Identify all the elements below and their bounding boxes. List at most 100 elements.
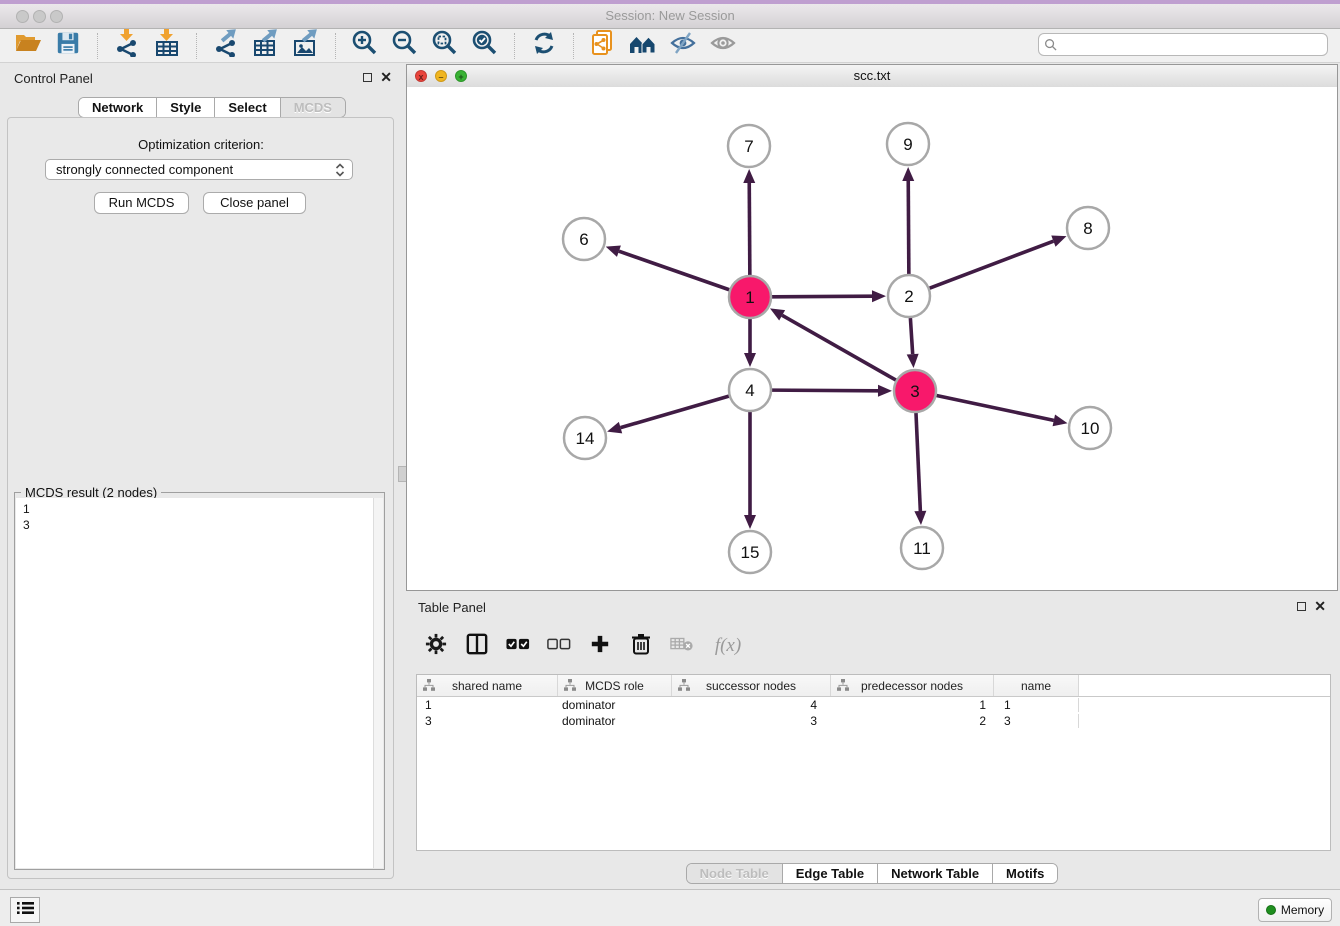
floppy-disk-icon [55, 30, 81, 61]
result-scrollbar[interactable] [373, 498, 383, 868]
column-header-successor-nodes[interactable]: successor nodes [672, 675, 831, 696]
show-graphics-details-button[interactable] [708, 32, 738, 60]
delete-table-button[interactable] [670, 634, 694, 658]
graph-edge-1-2[interactable] [772, 296, 872, 297]
graph-edge-3-1[interactable] [782, 315, 896, 380]
tab-motifs[interactable]: Motifs [993, 864, 1057, 883]
table-panel: Table Panel ✕ f(x) shared name MCDS role… [406, 595, 1338, 889]
table-cell-name[interactable]: 3 [994, 714, 1079, 728]
tab-node-table[interactable]: Node Table [687, 864, 783, 883]
column-label: name [1021, 679, 1051, 693]
graph-node-label-6: 6 [579, 230, 588, 249]
zoom-selected-button[interactable] [470, 32, 500, 60]
show-column-button[interactable] [465, 634, 489, 658]
graph-edge-3-11[interactable] [916, 413, 920, 511]
table-cell-mcds_role[interactable]: dominator [558, 714, 672, 728]
graph-edge-4-3[interactable] [772, 390, 878, 391]
table-cell-successor_nodes[interactable]: 4 [672, 698, 831, 712]
graph-edge-2-9[interactable] [908, 181, 909, 274]
table-cell-shared_name[interactable]: 3 [417, 714, 558, 728]
node-table-body: 1dominator4113dominator323 [417, 697, 1330, 729]
main-toolbar [0, 29, 1340, 63]
column-layout-icon [466, 633, 488, 660]
houses-button[interactable] [628, 32, 658, 60]
tab-network-table[interactable]: Network Table [878, 864, 993, 883]
zoom-in-button[interactable] [350, 32, 380, 60]
table-cell-successor_nodes[interactable]: 3 [672, 714, 831, 728]
graph-edge-1-6[interactable] [619, 251, 729, 290]
float-panel-icon[interactable] [363, 73, 372, 82]
document-network-icon [589, 29, 617, 62]
toolbar-separator [335, 33, 336, 59]
table-row[interactable]: 3dominator323 [417, 713, 1330, 729]
graph-node-label-7: 7 [744, 137, 753, 156]
tab-edge-table[interactable]: Edge Table [783, 864, 878, 883]
column-header-name[interactable]: name [994, 675, 1079, 696]
export-table-button[interactable] [251, 32, 281, 60]
settings-gear-button[interactable] [424, 634, 448, 658]
folder-open-icon [14, 30, 42, 61]
tab-select[interactable]: Select [215, 98, 280, 117]
save-session-button[interactable] [53, 32, 83, 60]
hierarchy-icon [837, 679, 849, 694]
magnifier-fit-icon [431, 29, 459, 62]
close-panel-icon[interactable]: ✕ [1314, 601, 1326, 611]
deselect-all-button[interactable] [547, 634, 571, 658]
graph-arrowhead [872, 290, 886, 302]
export-image-button[interactable] [291, 32, 321, 60]
table-cell-mcds_role[interactable]: dominator [558, 698, 672, 712]
table-row[interactable]: 1dominator411 [417, 697, 1330, 713]
graph-arrowhead [907, 354, 919, 368]
optimization-criterion-select[interactable]: strongly connected component [45, 159, 353, 180]
add-column-button[interactable] [588, 634, 612, 658]
export-network-icon [212, 29, 240, 62]
task-history-button[interactable] [10, 897, 40, 923]
graph-edge-4-14[interactable] [621, 396, 729, 428]
table-panel-title: Table Panel [418, 600, 486, 615]
refresh-layout-button[interactable] [529, 32, 559, 60]
graph-edge-2-3[interactable] [910, 318, 912, 354]
memory-button[interactable]: Memory [1258, 898, 1332, 922]
select-stepper-icon [335, 163, 345, 177]
graph-edge-3-10[interactable] [937, 396, 1054, 421]
network-canvas[interactable]: 7968124314101511 [407, 87, 1337, 590]
zoom-out-button[interactable] [390, 32, 420, 60]
column-label: predecessor nodes [861, 679, 963, 693]
zoom-fit-button[interactable] [430, 32, 460, 60]
toolbar-separator [97, 33, 98, 59]
float-panel-icon[interactable] [1297, 602, 1306, 611]
network-window-titlebar[interactable]: x – + scc.txt [407, 65, 1337, 88]
control-panel: Control Panel ✕ Network Style Select MCD… [0, 63, 402, 890]
plus-icon [590, 634, 610, 659]
graph-arrowhead [1053, 414, 1068, 426]
graph-edge-2-8[interactable] [930, 241, 1054, 288]
export-network-button[interactable] [211, 32, 241, 60]
graph-edge-1-7[interactable] [749, 183, 750, 275]
column-header-predecessor-nodes[interactable]: predecessor nodes [831, 675, 994, 696]
table-cell-shared_name[interactable]: 1 [417, 698, 558, 712]
search-input[interactable] [1057, 36, 1327, 53]
tab-mcds[interactable]: MCDS [281, 98, 345, 117]
hide-graphics-details-button[interactable] [668, 32, 698, 60]
node-table: shared name MCDS role successor nodes pr… [416, 674, 1331, 851]
close-panel-icon[interactable]: ✕ [380, 72, 392, 82]
delete-column-button[interactable] [629, 634, 653, 658]
column-header-shared-name[interactable]: shared name [417, 675, 558, 696]
import-table-button[interactable] [152, 32, 182, 60]
table-cell-predecessor_nodes[interactable]: 1 [831, 698, 994, 712]
table-cell-name[interactable]: 1 [994, 698, 1079, 712]
network-from-selection-button[interactable] [588, 32, 618, 60]
open-session-button[interactable] [13, 32, 43, 60]
close-panel-button[interactable]: Close panel [203, 192, 306, 214]
column-header-mcds-role[interactable]: MCDS role [558, 675, 672, 696]
import-network-button[interactable] [112, 32, 142, 60]
mcds-result-text[interactable]: 1 3 [16, 498, 374, 868]
function-builder-button[interactable]: f(x) [711, 634, 745, 658]
import-table-icon [153, 29, 181, 62]
tab-network[interactable]: Network [79, 98, 157, 117]
tab-style[interactable]: Style [157, 98, 215, 117]
table-cell-predecessor_nodes[interactable]: 2 [831, 714, 994, 728]
select-all-button[interactable] [506, 634, 530, 658]
search-icon [1044, 38, 1057, 51]
run-mcds-button[interactable]: Run MCDS [94, 192, 189, 214]
